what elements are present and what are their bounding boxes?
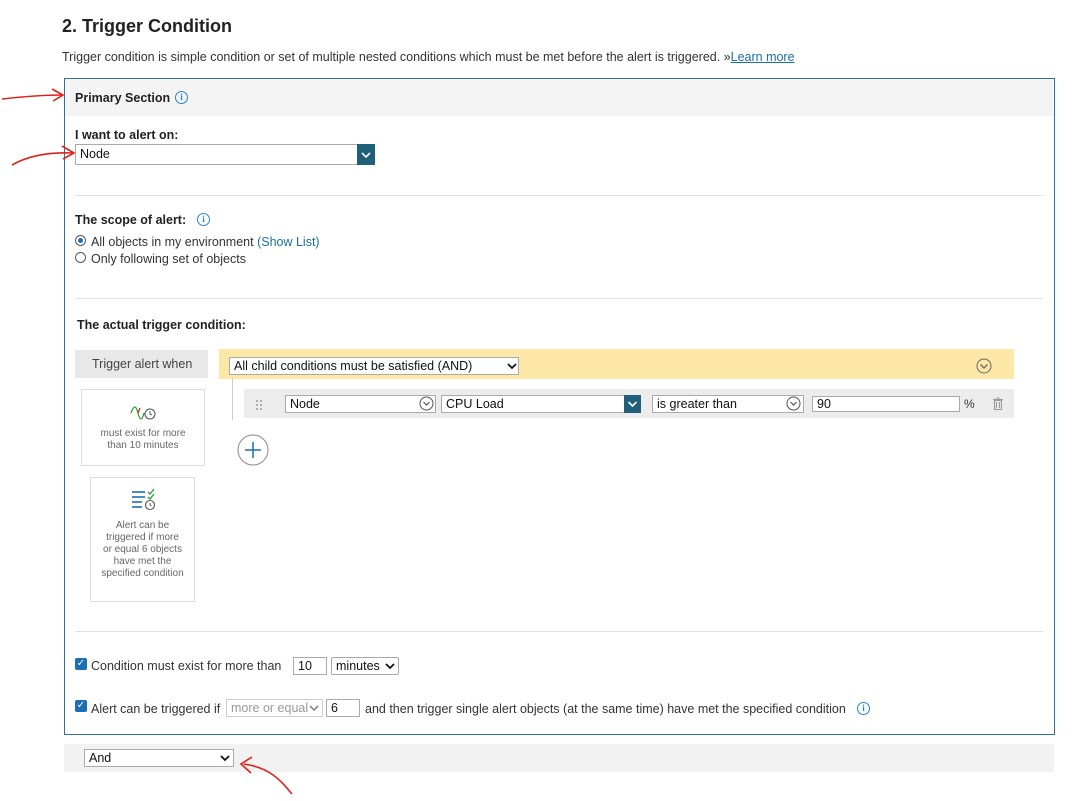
condition-value: 90	[817, 397, 831, 411]
exist-label: Condition must exist for more than	[91, 659, 282, 673]
annotation-arrow	[236, 756, 298, 801]
alert-on-select[interactable]: Node	[75, 144, 375, 165]
divider	[75, 195, 1043, 196]
annotation-arrow	[10, 143, 80, 174]
show-list-link[interactable]: (Show List)	[257, 235, 320, 249]
trash-icon[interactable]	[992, 397, 1004, 415]
count-tile-text: Alert can be triggered if more or equal …	[101, 520, 184, 579]
description-text: Trigger condition is simple condition or…	[62, 50, 731, 64]
annotation-arrow	[0, 88, 70, 109]
chevron-down-icon	[506, 357, 518, 380]
trigger-count-tail: and then trigger single alert objects (a…	[365, 702, 846, 716]
condition-operator-select[interactable]: is greater than	[652, 395, 804, 413]
chevron-down-icon	[384, 657, 396, 680]
chevron-down-icon	[786, 396, 801, 416]
objects-checklist-icon	[130, 488, 156, 514]
trigger-count-label: Alert can be triggered if	[91, 702, 221, 716]
scope-all-text: All objects in my environment	[91, 235, 254, 249]
condition-operator-value: is greater than	[657, 397, 737, 411]
chevron-down-icon[interactable]	[357, 144, 375, 165]
add-condition-icon[interactable]	[237, 434, 269, 471]
learn-more-link[interactable]: Learn more	[731, 50, 795, 64]
scope-all-label: All objects in my environment (Show List…	[91, 235, 320, 249]
trigger-when-label: Trigger alert when	[92, 357, 193, 371]
collapse-icon[interactable]	[976, 358, 992, 379]
primary-section-title: Primary Section	[75, 91, 171, 105]
condition-object-value: Node	[290, 397, 320, 411]
chevron-down-icon	[219, 749, 231, 772]
logic-select[interactable]: And	[84, 749, 234, 767]
exist-duration-value: 10	[298, 659, 312, 673]
chevron-down-icon	[419, 396, 434, 416]
section-title: 2. Trigger Condition	[62, 16, 232, 36]
condition-value-input[interactable]: 90	[812, 396, 960, 412]
trigger-count-input[interactable]: 6	[326, 699, 360, 717]
drag-handle-icon[interactable]	[255, 398, 263, 416]
section-description: Trigger condition is simple condition or…	[62, 50, 795, 64]
info-icon[interactable]: i	[857, 702, 870, 715]
trigger-mode-value: more or equal	[231, 701, 309, 715]
scope-following-radio[interactable]	[75, 252, 86, 263]
scope-following-label: Only following set of objects	[91, 252, 246, 266]
chevron-down-icon[interactable]	[624, 395, 641, 413]
condition-object-select[interactable]: Node	[285, 395, 436, 413]
divider	[75, 298, 1043, 299]
condition-field-select[interactable]: CPU Load	[441, 395, 641, 413]
logic-value: And	[89, 751, 112, 765]
tree-line	[232, 378, 233, 420]
alert-on-value: Node	[80, 147, 110, 161]
divider	[75, 631, 1043, 632]
scope-all-radio[interactable]	[75, 235, 86, 246]
exist-unit-value: minutes	[336, 659, 380, 673]
condition-unit: %	[964, 397, 975, 411]
duration-tile-text: must exist for more than 10 minutes	[100, 428, 186, 451]
group-logic-value: All child conditions must be satisfied (…	[234, 359, 473, 373]
alert-on-label: I want to alert on:	[75, 128, 179, 142]
group-logic-select[interactable]: All child conditions must be satisfied (…	[229, 357, 519, 375]
primary-section-header	[65, 79, 1053, 116]
duration-chart-icon	[130, 404, 156, 422]
info-icon[interactable]: i	[175, 91, 188, 104]
trigger-count-value: 6	[331, 701, 338, 715]
actual-condition-label: The actual trigger condition:	[77, 318, 246, 332]
chevron-down-icon	[308, 699, 320, 722]
condition-field-value: CPU Load	[446, 397, 504, 411]
duration-tile[interactable]: must exist for more than 10 minutes	[81, 389, 205, 466]
count-tile[interactable]: Alert can be triggered if more or equal …	[90, 477, 195, 602]
scope-label: The scope of alert:	[75, 213, 187, 227]
info-icon[interactable]: i	[197, 213, 210, 226]
exist-duration-input[interactable]: 10	[293, 657, 327, 675]
exist-checkbox[interactable]: ✓	[75, 658, 87, 670]
trigger-count-checkbox[interactable]: ✓	[75, 700, 87, 712]
